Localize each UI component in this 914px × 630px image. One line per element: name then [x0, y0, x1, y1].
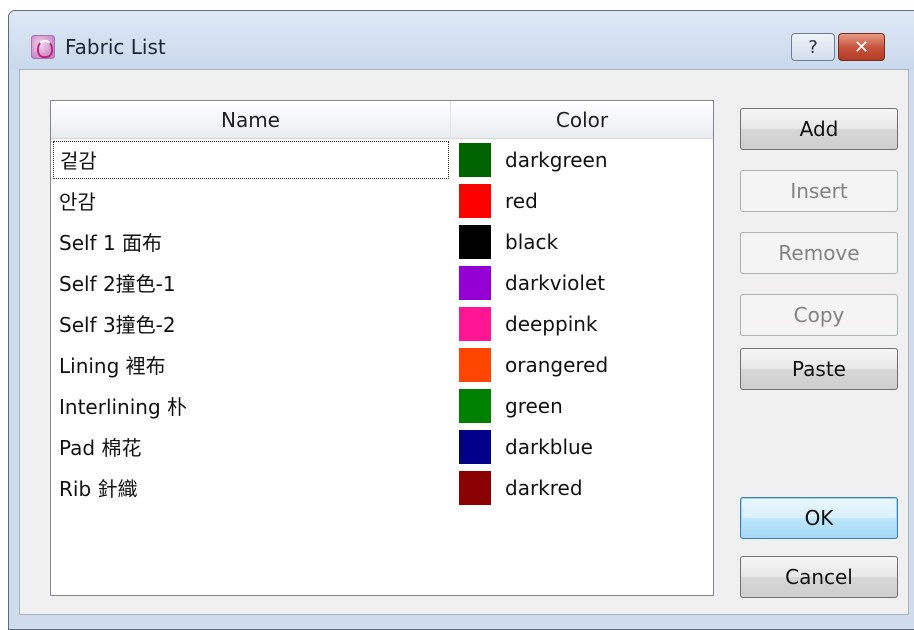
table-row[interactable]: Rib 針織 darkred	[51, 467, 713, 508]
fabric-name-cell[interactable]: Pad 棉花	[53, 428, 449, 466]
close-icon: ✕	[853, 36, 870, 58]
color-name-label: deeppink	[505, 311, 598, 336]
fabric-table[interactable]: Name Color 겉감 darkgreen 안감 red Self 1 面布 blac…	[50, 100, 714, 596]
add-button[interactable]: Add	[740, 108, 898, 150]
table-header: Name Color	[51, 101, 713, 139]
window-title: Fabric List	[65, 35, 166, 59]
color-swatch	[459, 265, 491, 300]
color-name-label: red	[505, 188, 538, 213]
paste-button[interactable]: Paste	[740, 348, 898, 390]
color-swatch	[459, 183, 491, 218]
table-row[interactable]: Pad 棉花 darkblue	[51, 426, 713, 467]
table-row[interactable]: Lining 裡布 orangered	[51, 344, 713, 385]
fabric-name-cell[interactable]: Self 3撞色-2	[53, 305, 449, 343]
color-name-label: darkgreen	[505, 147, 608, 172]
copy-button[interactable]: Copy	[740, 294, 898, 336]
table-row[interactable]: 겉감 darkgreen	[51, 139, 713, 180]
table-row[interactable]: Self 3撞色-2 deeppink	[51, 303, 713, 344]
color-swatch	[459, 142, 491, 177]
table-row[interactable]: Self 1 面布 black	[51, 221, 713, 262]
insert-button[interactable]: Insert	[740, 170, 898, 212]
fabric-name-cell[interactable]: 겉감	[53, 140, 449, 179]
fabric-color-cell[interactable]: darkviolet	[459, 265, 606, 300]
color-swatch	[459, 224, 491, 259]
remove-button[interactable]: Remove	[740, 232, 898, 274]
color-name-label: darkviolet	[505, 270, 606, 295]
table-row[interactable]: 안감 red	[51, 180, 713, 221]
dialog-body: Name Color 겉감 darkgreen 안감 red Self 1 面布 blac…	[19, 69, 909, 615]
column-header-color[interactable]: Color	[451, 101, 713, 139]
color-name-label: darkblue	[505, 434, 593, 459]
color-name-label: orangered	[505, 352, 609, 377]
close-button[interactable]: ✕	[838, 33, 885, 61]
title-bar[interactable]: Fabric List ? ✕	[9, 11, 914, 69]
fabric-name-cell[interactable]: 안감	[53, 182, 449, 220]
color-name-label: green	[505, 393, 563, 418]
fabric-color-cell[interactable]: darkred	[459, 470, 583, 505]
fabric-name-cell[interactable]: Self 1 面布	[53, 223, 449, 261]
fabric-list-dialog: Fabric List ? ✕ Name Color 겉감 darkgreen 안감…	[8, 10, 914, 630]
help-button[interactable]: ?	[791, 33, 835, 61]
table-row[interactable]: Interlining 朴 green	[51, 385, 713, 426]
color-swatch	[459, 388, 491, 423]
color-swatch	[459, 429, 491, 464]
color-swatch	[459, 306, 491, 341]
fabric-color-cell[interactable]: darkblue	[459, 429, 593, 464]
color-name-label: black	[505, 229, 559, 254]
help-icon: ?	[808, 36, 818, 58]
fabric-color-cell[interactable]: black	[459, 224, 559, 259]
fabric-name-cell[interactable]: Self 2撞色-1	[53, 264, 449, 302]
fabric-app-icon	[31, 35, 55, 59]
color-swatch	[459, 470, 491, 505]
cancel-button[interactable]: Cancel	[740, 556, 898, 598]
fabric-color-cell[interactable]: deeppink	[459, 306, 598, 341]
fabric-color-cell[interactable]: darkgreen	[459, 142, 608, 177]
fabric-color-cell[interactable]: red	[459, 183, 538, 218]
fabric-name-cell[interactable]: Lining 裡布	[53, 346, 449, 384]
ok-button[interactable]: OK	[740, 497, 898, 539]
table-body: 겉감 darkgreen 안감 red Self 1 面布 black Self 2撞色-1…	[51, 139, 713, 508]
fabric-color-cell[interactable]: green	[459, 388, 563, 423]
fabric-name-cell[interactable]: Rib 針織	[53, 469, 449, 507]
column-header-name[interactable]: Name	[51, 101, 451, 139]
table-row[interactable]: Self 2撞色-1 darkviolet	[51, 262, 713, 303]
color-name-label: darkred	[505, 475, 583, 500]
color-swatch	[459, 347, 491, 382]
fabric-name-cell[interactable]: Interlining 朴	[53, 387, 449, 425]
fabric-color-cell[interactable]: orangered	[459, 347, 609, 382]
